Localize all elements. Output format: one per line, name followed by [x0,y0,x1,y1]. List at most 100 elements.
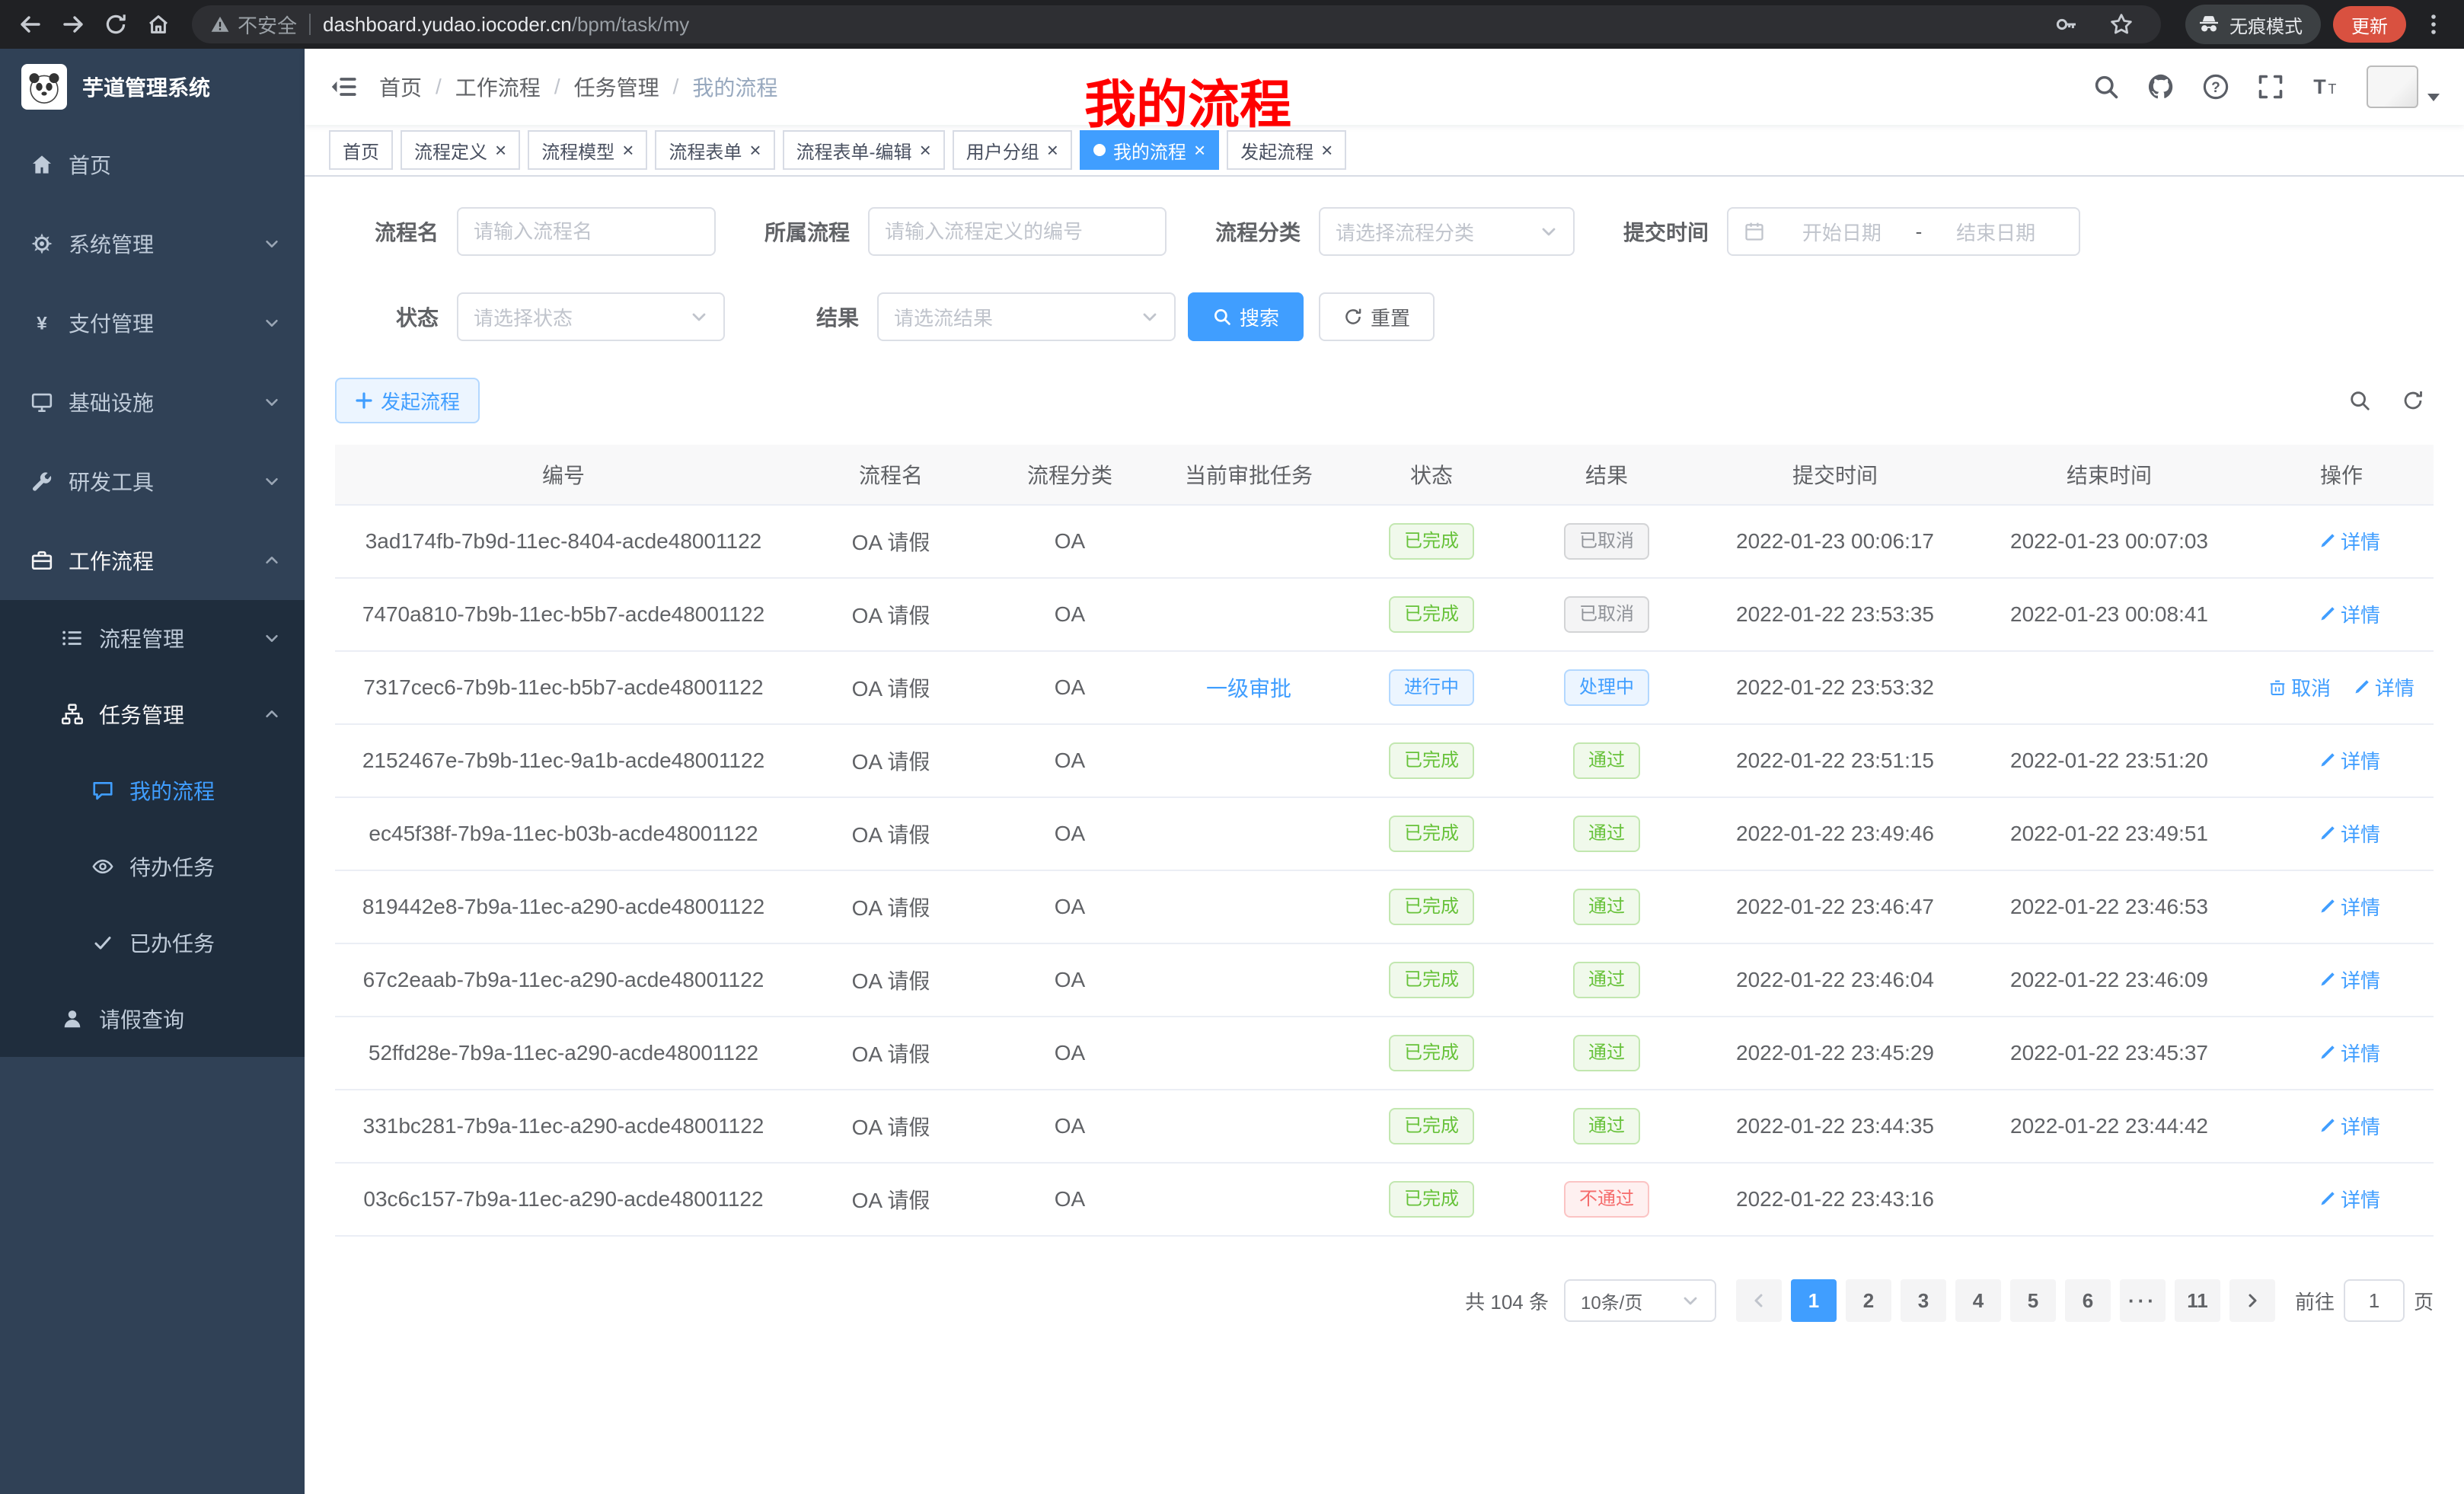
tab-process-definition[interactable]: 流程定义× [401,130,520,170]
key-icon[interactable] [2045,3,2088,46]
start-process-button[interactable]: 发起流程 [335,378,480,423]
bookmark-star-icon[interactable] [2100,3,2143,46]
breadcrumb-current: 我的流程 [692,72,777,102]
pager-page[interactable]: 1 [1791,1279,1837,1322]
pager-page[interactable]: 6 [2065,1279,2111,1322]
edit-icon [2318,1190,2336,1208]
submit-time: 2022-01-22 23:49:46 [1698,822,1972,846]
page-url: dashboard.yudao.iocoder.cn/bpm/task/my [323,13,689,37]
pager-page[interactable]: 5 [2010,1279,2056,1322]
close-icon[interactable]: × [622,140,634,160]
detail-action[interactable]: 详情 [2318,892,2380,921]
process-name-input[interactable] [474,220,699,244]
help-icon[interactable]: ? [2202,73,2229,101]
back-icon[interactable] [9,3,52,46]
close-icon[interactable]: × [749,140,761,160]
breadcrumb-home[interactable]: 首页 [379,72,422,102]
tab-process-form[interactable]: 流程表单× [655,130,774,170]
detail-action[interactable]: 详情 [2318,746,2380,774]
sidebar-item-task-mgmt[interactable]: 任务管理 [0,676,305,752]
detail-action[interactable]: 详情 [2318,527,2380,555]
edit-icon [2318,532,2336,551]
detail-action[interactable]: 详情 [2318,1185,2380,1213]
submit-time: 2022-01-22 23:46:47 [1698,895,1972,919]
close-icon[interactable]: × [1321,140,1333,160]
refresh-table-icon[interactable] [2402,389,2424,412]
breadcrumb: 首页 / 工作流程 / 任务管理 / 我的流程 [379,72,777,102]
font-size-icon[interactable]: TT [2312,73,2339,101]
sidebar-item-payment-mgmt[interactable]: ¥ 支付管理 [0,283,305,362]
goto-page-input[interactable] [2344,1279,2405,1322]
search-button[interactable]: 搜索 [1188,292,1304,341]
cancel-action[interactable]: 取消 [2268,673,2331,701]
tab-process-form-edit[interactable]: 流程表单-编辑× [783,130,945,170]
home-browser-icon[interactable] [137,3,180,46]
detail-action[interactable]: 详情 [2318,966,2380,994]
row-actions: 取消 详情 [2246,600,2437,629]
breadcrumb-workflow[interactable]: 工作流程 [455,72,541,102]
close-icon[interactable]: × [1194,140,1205,160]
detail-action[interactable]: 详情 [2318,600,2380,628]
browser-menu-icon[interactable] [2412,3,2455,46]
close-icon[interactable]: × [495,140,506,160]
process-id: 331bc281-7b9a-11ec-a290-acde48001122 [335,1114,792,1138]
reload-icon[interactable] [94,3,137,46]
sidebar-item-todo-tasks[interactable]: 待办任务 [0,828,305,905]
pager-page[interactable]: 3 [1901,1279,1946,1322]
chevron-down-icon [263,235,280,252]
page-size-select[interactable]: 10条/页 [1564,1279,1716,1322]
detail-action[interactable]: 详情 [2318,1112,2380,1140]
search-icon[interactable] [2092,73,2120,101]
hamburger-icon[interactable] [329,72,358,101]
date-range-picker[interactable]: 开始日期 - 结束日期 [1727,207,2080,256]
row-actions: 取消 详情 [2246,966,2437,994]
user-menu[interactable] [2367,65,2440,108]
tab-process-model[interactable]: 流程模型× [528,130,647,170]
result-tag: 已取消 [1564,523,1649,560]
pager-page[interactable]: 11 [2175,1279,2220,1322]
detail-action[interactable]: 详情 [2352,673,2415,701]
pager-page[interactable]: 4 [1955,1279,2001,1322]
fullscreen-icon[interactable] [2257,73,2284,101]
detail-action[interactable]: 详情 [2318,1039,2380,1067]
pager-ellipsis[interactable]: ··· [2120,1279,2166,1322]
detail-action[interactable]: 详情 [2318,819,2380,848]
sidebar-item-home[interactable]: 首页 [0,125,305,204]
sidebar-item-done-tasks[interactable]: 已办任务 [0,905,305,981]
close-icon[interactable]: × [1047,140,1058,160]
sidebar-item-system-mgmt[interactable]: 系统管理 [0,204,305,283]
toggle-search-icon[interactable] [2348,389,2371,412]
sidebar-item-my-process[interactable]: 我的流程 [0,752,305,828]
sidebar-item-workflow[interactable]: 工作流程 [0,521,305,600]
row-actions: 取消 详情 [2246,746,2437,775]
sidebar-item-process-mgmt[interactable]: 流程管理 [0,600,305,676]
row-actions: 取消 详情 [2246,819,2437,848]
process-table: 编号 流程名 流程分类 当前审批任务 状态 结果 提交时间 结束时间 操作 3a… [335,445,2434,1237]
update-button[interactable]: 更新 [2333,6,2406,43]
current-task-link[interactable]: 一级审批 [1206,677,1291,701]
avatar[interactable] [2367,65,2418,108]
search-icon [1212,307,1232,327]
close-icon[interactable]: × [920,140,931,160]
pager-next[interactable] [2229,1279,2275,1322]
address-bar[interactable]: 不安全 dashboard.yudao.iocoder.cn/bpm/task/… [192,5,2161,43]
forward-icon[interactable] [52,3,94,46]
detail-action-label: 详情 [2341,819,2380,848]
sidebar-item-leave-query[interactable]: 请假查询 [0,981,305,1057]
result-select[interactable]: 请选流结果 [877,292,1176,341]
reset-button[interactable]: 重置 [1319,292,1435,341]
sidebar-item-dev-tools[interactable]: 研发工具 [0,442,305,521]
result-label: 结果 [774,302,859,332]
security-chip[interactable]: 不安全 [210,11,297,39]
category-select[interactable]: 请选择流程分类 [1319,207,1575,256]
tab-user-group[interactable]: 用户分组× [953,130,1072,170]
tab-home[interactable]: 首页 [329,130,393,170]
sidebar-item-infrastructure[interactable]: 基础设施 [0,362,305,442]
breadcrumb-task-mgmt[interactable]: 任务管理 [574,72,659,102]
status-select[interactable]: 请选择状态 [457,292,725,341]
process-def-input[interactable] [885,220,1150,244]
pager-page[interactable]: 2 [1846,1279,1891,1322]
github-icon[interactable] [2147,73,2175,101]
pager-prev[interactable] [1736,1279,1782,1322]
row-actions: 取消 详情 [2246,892,2437,921]
